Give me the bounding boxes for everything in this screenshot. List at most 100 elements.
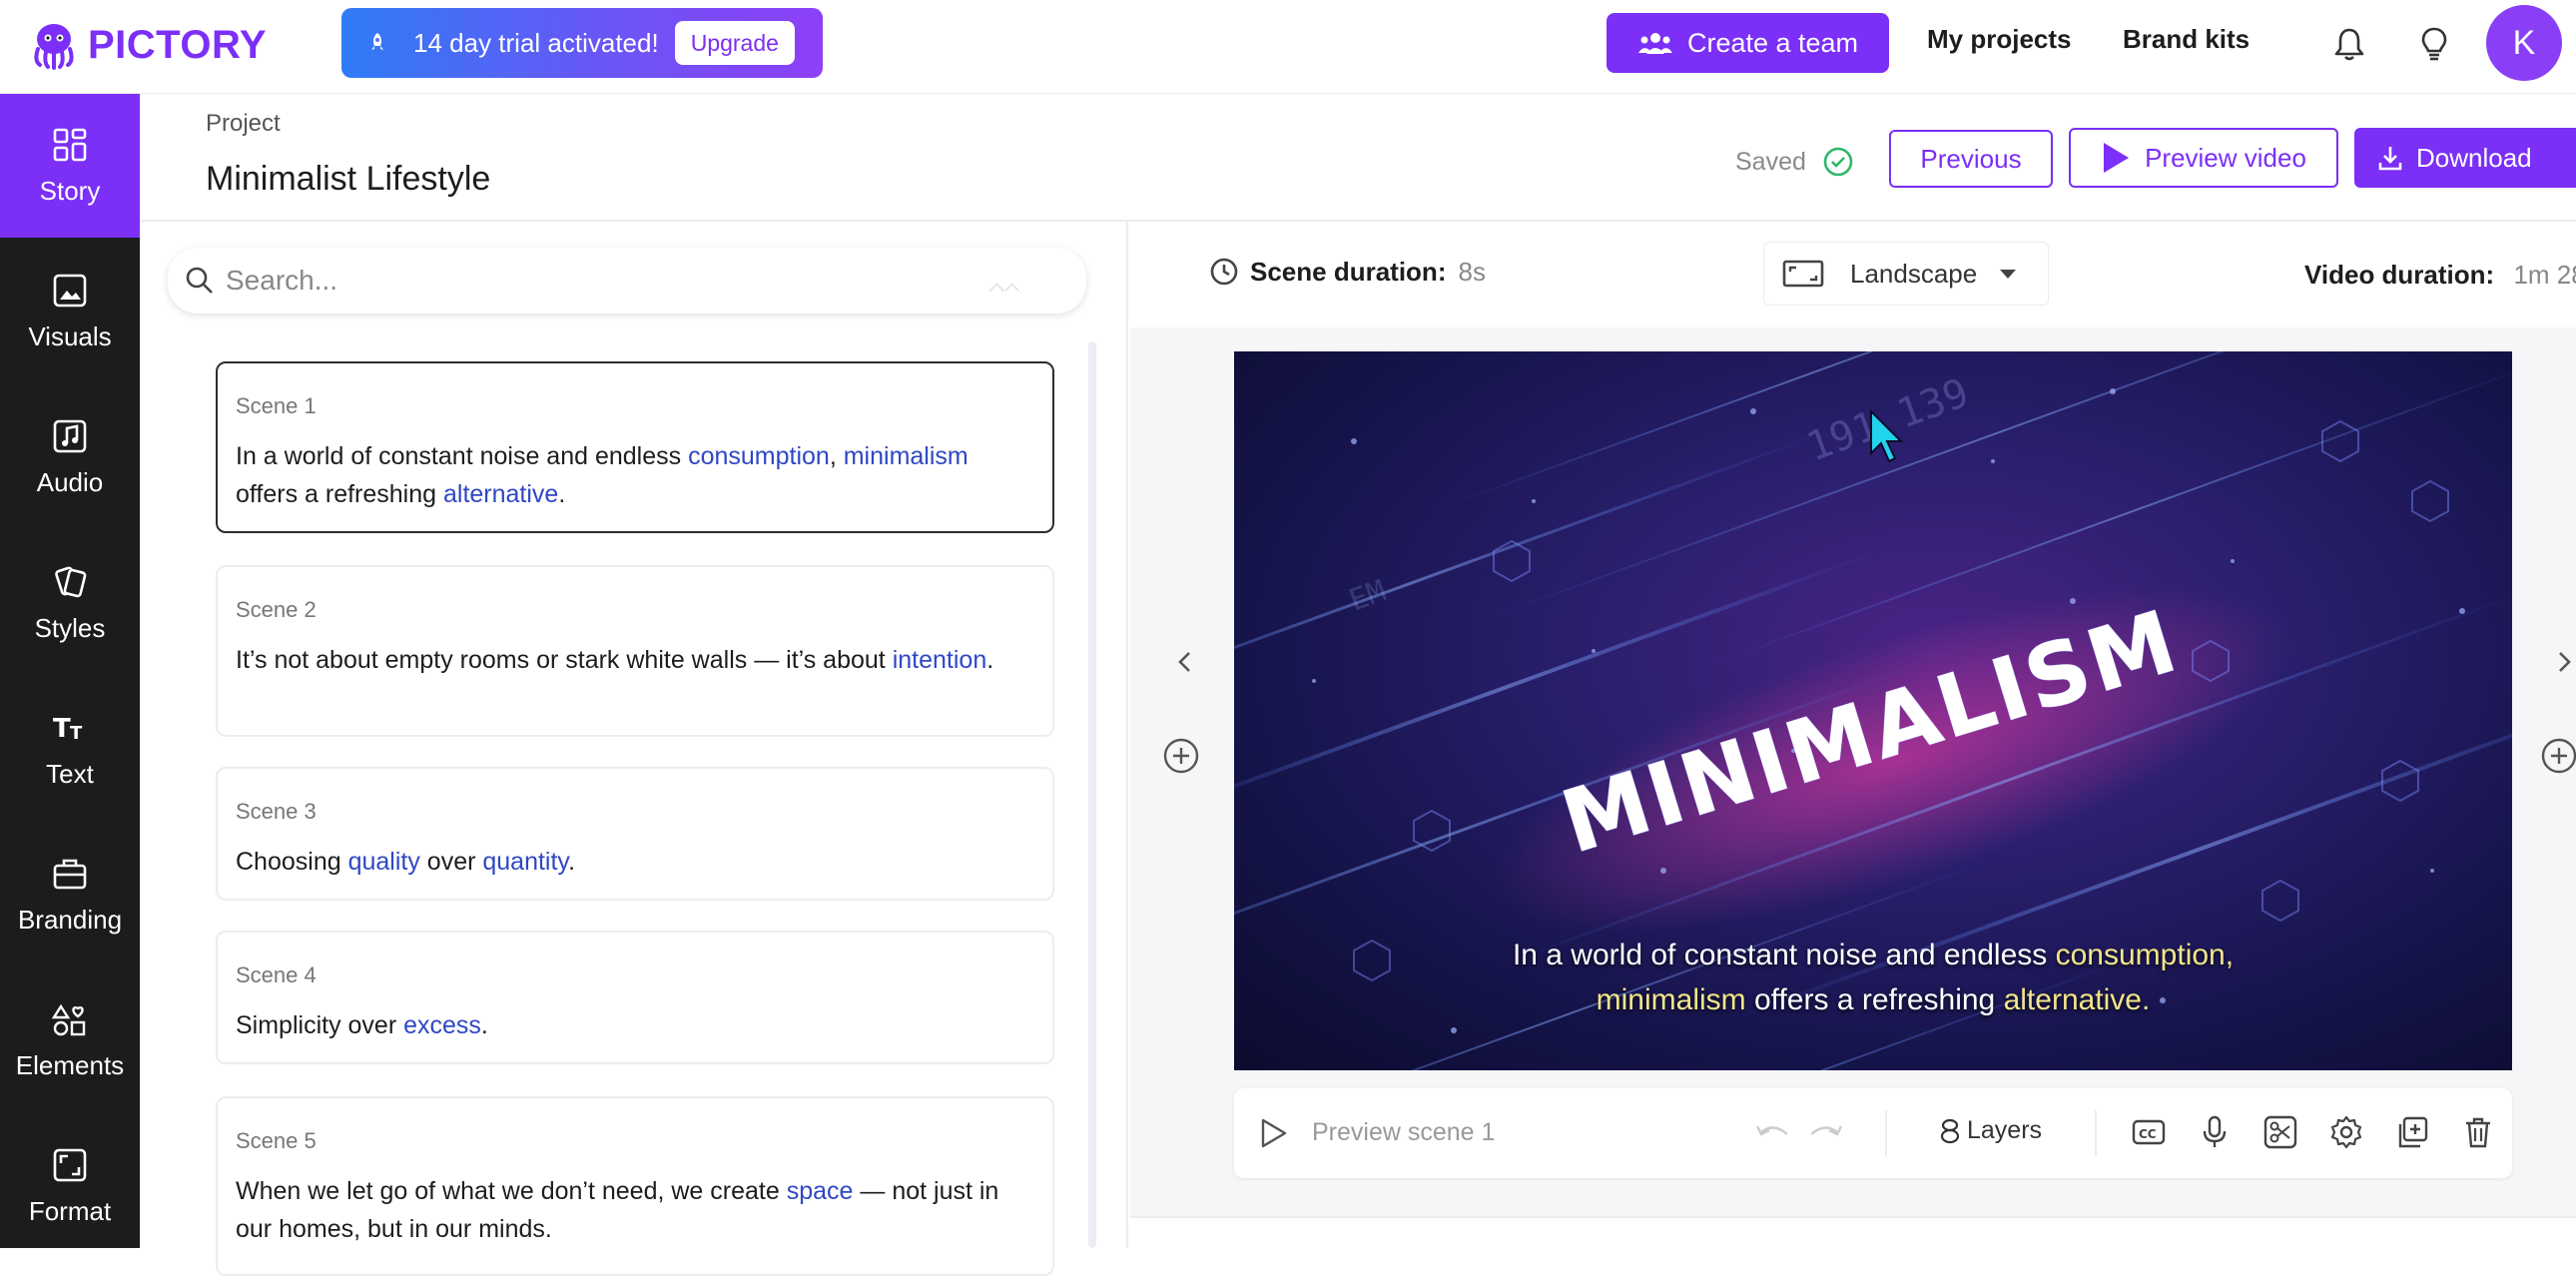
rail-label: Format (28, 1195, 112, 1226)
scene-keyword[interactable]: quantity (482, 848, 568, 876)
redo-icon[interactable] (1805, 1120, 1845, 1146)
chevron-right-icon[interactable] (2552, 649, 2576, 675)
gear-icon[interactable] (2328, 1114, 2364, 1150)
caption-line-2: minimalism offers a refreshing alternati… (1234, 977, 2512, 1022)
scene-text-part: . (568, 848, 576, 876)
rail-item-text[interactable]: T T Text (0, 677, 140, 821)
scene-text-part: Choosing (236, 848, 348, 876)
rail-label: Story (39, 175, 101, 206)
caption-highlight: consumption, (2055, 939, 2235, 971)
saved-label: Saved (1735, 147, 1806, 176)
scene-text-part: It’s not about empty rooms or stark whit… (236, 646, 893, 674)
subtitle-caption[interactable]: In a world of constant noise and endless… (1234, 933, 2512, 1022)
caption-text-part: offers a refreshing (1745, 983, 2004, 1016)
duplicate-icon[interactable] (2394, 1114, 2430, 1150)
rail-item-elements[interactable]: Elements (0, 968, 140, 1112)
scene-text[interactable]: Choosing quality over quantity. (236, 843, 1034, 881)
bell-icon[interactable] (2329, 24, 2369, 64)
canvas-title[interactable]: MINIMALISM (1551, 591, 2190, 874)
scissors-icon[interactable] (2262, 1114, 2298, 1150)
search-input[interactable] (226, 265, 984, 297)
caret-down-icon (2000, 270, 2017, 279)
scene-text[interactable]: Simplicity over excess. (236, 1006, 1034, 1044)
trash-icon[interactable] (2460, 1114, 2496, 1150)
scene-keyword[interactable]: space (787, 1177, 854, 1205)
scene-card-5[interactable]: Scene 5 When we let go of what we don’t … (216, 1096, 1054, 1276)
scene-keyword[interactable]: excess (403, 1011, 481, 1039)
video-canvas[interactable]: 191 139 EM MINIMALISM In a world of cons… (1234, 351, 2512, 1070)
rail-item-story[interactable]: Story (0, 94, 140, 238)
scene-text[interactable]: In a world of constant noise and endless… (236, 437, 1034, 513)
video-duration-value: 1m 28s (2513, 260, 2576, 290)
rail-item-format[interactable]: Format (0, 1114, 140, 1258)
create-team-button[interactable]: Create a team (1607, 13, 1889, 73)
preview-video-button[interactable]: Preview video (2069, 128, 2338, 188)
collapse-chevrons-icon[interactable] (988, 272, 1020, 304)
scene-text-part: , (829, 442, 844, 470)
scene-keyword[interactable]: minimalism (844, 442, 968, 470)
clock-icon (1210, 258, 1238, 286)
download-button[interactable]: Download (2354, 128, 2576, 188)
rail-item-styles[interactable]: Styles (0, 531, 140, 675)
format-icon (53, 1148, 87, 1181)
scene-card-1[interactable]: Scene 1 In a world of constant noise and… (216, 361, 1054, 533)
caption-highlight: alternative. (2003, 983, 2151, 1016)
add-scene-after-icon[interactable] (2540, 737, 2576, 775)
project-header: Project Minimalist Lifestyle Saved Previ… (140, 94, 2576, 222)
layers-button[interactable]: Layers (1939, 1116, 2042, 1145)
cards-icon (55, 566, 87, 597)
scene-card-4[interactable]: Scene 4 Simplicity over excess. (216, 931, 1054, 1064)
trial-text: 14 day trial activated! (413, 27, 659, 58)
lightbulb-icon[interactable] (2414, 24, 2454, 64)
scene-keyword[interactable]: alternative (443, 480, 558, 508)
rail-item-branding[interactable]: Branding (0, 823, 140, 966)
scene-text-part: . (558, 480, 566, 508)
rail-label: Audio (36, 466, 104, 497)
play-scene-icon[interactable] (1256, 1116, 1290, 1150)
previous-button[interactable]: Previous (1889, 130, 2053, 188)
team-icon (1637, 33, 1672, 54)
scene-card-3[interactable]: Scene 3 Choosing quality over quantity. (216, 767, 1054, 901)
chevron-left-icon[interactable] (1172, 649, 1198, 675)
add-scene-before-icon[interactable] (1162, 737, 1200, 775)
preview-scene-label[interactable]: Preview scene 1 (1312, 1118, 1495, 1147)
orientation-dropdown[interactable]: Landscape (1763, 242, 2049, 306)
microphone-icon[interactable] (2197, 1114, 2233, 1150)
scene-keyword[interactable]: intention (893, 646, 987, 674)
upgrade-button[interactable]: Upgrade (674, 21, 795, 65)
scene-text[interactable]: When we let go of what we don’t need, we… (236, 1172, 1034, 1248)
cc-icon[interactable]: CC (2131, 1114, 2167, 1150)
preview-video-label: Preview video (2145, 142, 2306, 173)
my-projects-link[interactable]: My projects (1927, 24, 2072, 55)
undo-icon[interactable] (1753, 1120, 1793, 1146)
landscape-icon (1782, 260, 1824, 288)
scene-text[interactable]: It’s not about empty rooms or stark whit… (236, 641, 1034, 679)
scene-duration: Scene duration: 8s (1208, 256, 1486, 288)
divider (2095, 1110, 2097, 1156)
project-title[interactable]: Minimalist Lifestyle (206, 160, 490, 199)
left-rail: Story Visuals Audio Styles T T Text Bran… (0, 94, 140, 1248)
video-duration: Video duration: 1m 28s (2304, 260, 2576, 291)
video-duration-label: Video duration: (2304, 260, 2495, 290)
preview-toolbar: Scene duration: 8s Landscape Video durat… (1130, 222, 2576, 327)
user-avatar[interactable]: K (2486, 5, 2562, 81)
scene-scrollbar[interactable] (1088, 341, 1096, 1248)
rail-item-audio[interactable]: Audio (0, 385, 140, 529)
text-icon: T T (53, 714, 83, 744)
play-icon (2104, 143, 2130, 173)
scene-panel: Scene 1 In a world of constant noise and… (140, 222, 1128, 1276)
caption-line-1: In a world of constant noise and endless… (1234, 933, 2512, 977)
scene-control-bar: Preview scene 1 Layers CC (1234, 1088, 2512, 1178)
scene-text-part: . (986, 646, 994, 674)
scene-keyword[interactable]: consumption (688, 442, 830, 470)
search-box[interactable] (168, 248, 1086, 314)
scene-card-2[interactable]: Scene 2 It’s not about empty rooms or st… (216, 565, 1054, 737)
search-icon (186, 267, 213, 294)
pictory-logo[interactable]: PICTORY (28, 14, 267, 76)
scene-keyword[interactable]: quality (348, 848, 420, 876)
top-bar: PICTORY 14 day trial activated! Upgrade … (0, 0, 2576, 94)
scene-duration-value[interactable]: 8s (1458, 257, 1485, 288)
brand-kits-link[interactable]: Brand kits (2123, 24, 2250, 55)
rail-item-visuals[interactable]: Visuals (0, 240, 140, 383)
scene-duration-label: Scene duration: (1250, 256, 1447, 287)
